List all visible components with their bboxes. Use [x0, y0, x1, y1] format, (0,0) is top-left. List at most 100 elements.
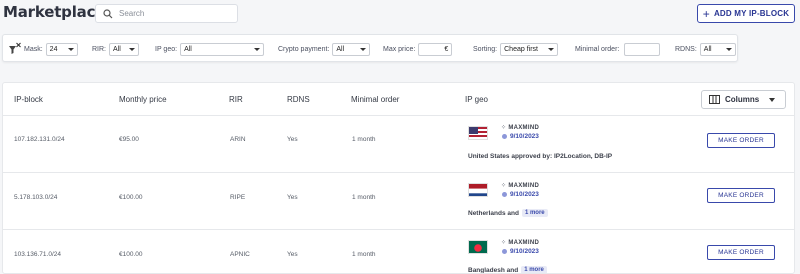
- ipgeo-value: All: [184, 45, 192, 53]
- columns-button[interactable]: Columns: [701, 90, 786, 109]
- rdns-select[interactable]: All: [699, 42, 736, 56]
- geo-country: United States approved by: IP2Location, …: [468, 153, 613, 160]
- mask-filter: Mask: 24: [8, 35, 78, 63]
- col-minorder[interactable]: Minimal order: [351, 95, 399, 104]
- more-countries-chip[interactable]: 1 more: [521, 266, 547, 273]
- geo-date-text: 9/10/2023: [510, 248, 539, 255]
- rir-select[interactable]: All: [109, 42, 139, 56]
- top-bar: Marketplace + ADD MY IP-BLOCK: [0, 0, 800, 28]
- sorting-label: Sorting:: [473, 45, 498, 53]
- geo-date: 9/10/2023: [502, 248, 539, 255]
- geo-date: 9/10/2023: [502, 133, 539, 140]
- minorder-input[interactable]: [624, 42, 661, 56]
- euro-sign: €: [444, 45, 449, 53]
- col-ipgeo[interactable]: IP geo: [465, 95, 488, 104]
- mask-value: 24: [49, 45, 58, 53]
- chevron-down-icon: [129, 47, 135, 51]
- maxmind-icon: ⁘: [501, 183, 507, 189]
- rir-filter: RIR: All: [92, 35, 139, 63]
- cell-rir: ARIN: [230, 136, 246, 143]
- cell-rdns: Yes: [287, 251, 298, 258]
- col-price[interactable]: Monthly price: [119, 95, 167, 104]
- columns-label: Columns: [725, 95, 760, 104]
- search-input[interactable]: [119, 9, 229, 18]
- chevron-down-icon: [725, 47, 732, 51]
- cell-price: €100.00: [119, 194, 143, 201]
- cell-ipblock: 5.178.103.0/24: [14, 194, 58, 201]
- make-order-button[interactable]: MAKE ORDER: [707, 245, 775, 260]
- more-countries-chip[interactable]: 1 more: [521, 209, 548, 217]
- provider-label: MAXMIND: [508, 239, 540, 246]
- chevron-down-icon: [360, 47, 367, 51]
- maxmind-icon: ⁘: [501, 240, 507, 246]
- sorting-select[interactable]: Cheap first: [500, 42, 559, 56]
- ipgeo-filter: IP geo: All: [155, 35, 265, 63]
- table-row: 5.178.103.0/24 €100.00 RIPE Yes 1 month …: [3, 173, 794, 230]
- search-box[interactable]: [95, 4, 238, 23]
- col-rir[interactable]: RIR: [229, 95, 243, 104]
- make-order-button[interactable]: MAKE ORDER: [707, 188, 775, 203]
- nl-flag-icon: [468, 183, 488, 197]
- search-icon: [103, 8, 113, 18]
- status-dot-icon: [502, 192, 507, 197]
- cell-ipblock: 103.136.71.0/24: [14, 251, 61, 258]
- make-order-button[interactable]: MAKE ORDER: [707, 133, 775, 148]
- provider-label: MAXMIND: [508, 182, 540, 189]
- rir-value: All: [113, 45, 121, 53]
- maxmind-logo: ⁘ MAXMIND: [501, 124, 539, 132]
- crypto-filter: Crypto payment: All: [278, 35, 371, 63]
- bd-flag-icon: [468, 240, 488, 254]
- crypto-label: Crypto payment:: [278, 45, 330, 53]
- cell-rir: RIPE: [230, 194, 246, 201]
- page-title: Marketplace: [3, 3, 106, 21]
- maxprice-filter: Max price: €: [383, 35, 453, 63]
- cell-ipblock: 107.182.131.0/24: [14, 136, 65, 143]
- sorting-filter: Sorting: Cheap first: [473, 35, 559, 63]
- cell-price: €100.00: [119, 251, 143, 258]
- columns-icon: [709, 95, 720, 104]
- cell-minorder: 1 month: [352, 136, 376, 143]
- maxprice-input[interactable]: €: [418, 42, 453, 56]
- filter-clear-icon[interactable]: [8, 42, 22, 56]
- minorder-label: Minimal order:: [575, 45, 620, 53]
- table-row: 103.136.71.0/24 €100.00 APNIC Yes 1 mont…: [3, 230, 794, 274]
- filter-bar: Mask: 24 RIR: All IP geo: All Crypto pay…: [2, 34, 738, 62]
- chevron-down-icon: [67, 47, 74, 51]
- us-flag-icon: [468, 126, 488, 140]
- geo-date-text: 9/10/2023: [510, 133, 539, 140]
- cell-minorder: 1 month: [352, 251, 376, 258]
- col-rdns[interactable]: RDNS: [287, 95, 310, 104]
- ipgeo-label: IP geo:: [155, 45, 178, 53]
- geo-text: Bangladesh and 1 more: [468, 266, 547, 274]
- cell-minorder: 1 month: [352, 194, 376, 201]
- cell-price: €95.00: [119, 136, 139, 143]
- chevron-down-icon: [254, 47, 261, 51]
- ipgeo-select[interactable]: All: [180, 42, 265, 56]
- cell-rdns: Yes: [287, 194, 298, 201]
- geo-text: Netherlands and 1 more: [468, 209, 548, 217]
- rdns-value: All: [703, 45, 712, 53]
- rdns-label: RDNS:: [675, 45, 697, 53]
- table-header: IP-block Monthly price RIR RDNS Minimal …: [3, 83, 794, 116]
- crypto-select[interactable]: All: [332, 42, 371, 56]
- maxmind-logo: ⁘ MAXMIND: [501, 239, 540, 247]
- geo-country: Bangladesh and: [468, 266, 519, 274]
- minorder-filter: Minimal order:: [575, 35, 661, 63]
- add-ip-block-label: ADD MY IP-BLOCK: [713, 9, 790, 18]
- col-ipblock[interactable]: IP-block: [14, 95, 43, 104]
- table-row: 107.182.131.0/24 €95.00 ARIN Yes 1 month…: [3, 116, 794, 173]
- sorting-value: Cheap first: [504, 45, 538, 53]
- geo-date: 9/10/2023: [502, 191, 539, 198]
- geo-country: Netherlands and: [468, 209, 519, 217]
- cell-rdns: Yes: [287, 136, 298, 143]
- rir-label: RIR:: [92, 45, 106, 53]
- mask-select[interactable]: 24: [45, 42, 78, 56]
- chevron-down-icon: [769, 97, 776, 102]
- plus-icon: +: [702, 6, 710, 21]
- add-ip-block-button[interactable]: + ADD MY IP-BLOCK: [697, 4, 795, 23]
- maxmind-logo: ⁘ MAXMIND: [501, 182, 540, 190]
- ip-block-table: IP-block Monthly price RIR RDNS Minimal …: [2, 82, 795, 274]
- chevron-down-icon: [548, 47, 555, 51]
- crypto-value: All: [336, 45, 345, 53]
- rdns-filter: RDNS: All: [675, 35, 736, 63]
